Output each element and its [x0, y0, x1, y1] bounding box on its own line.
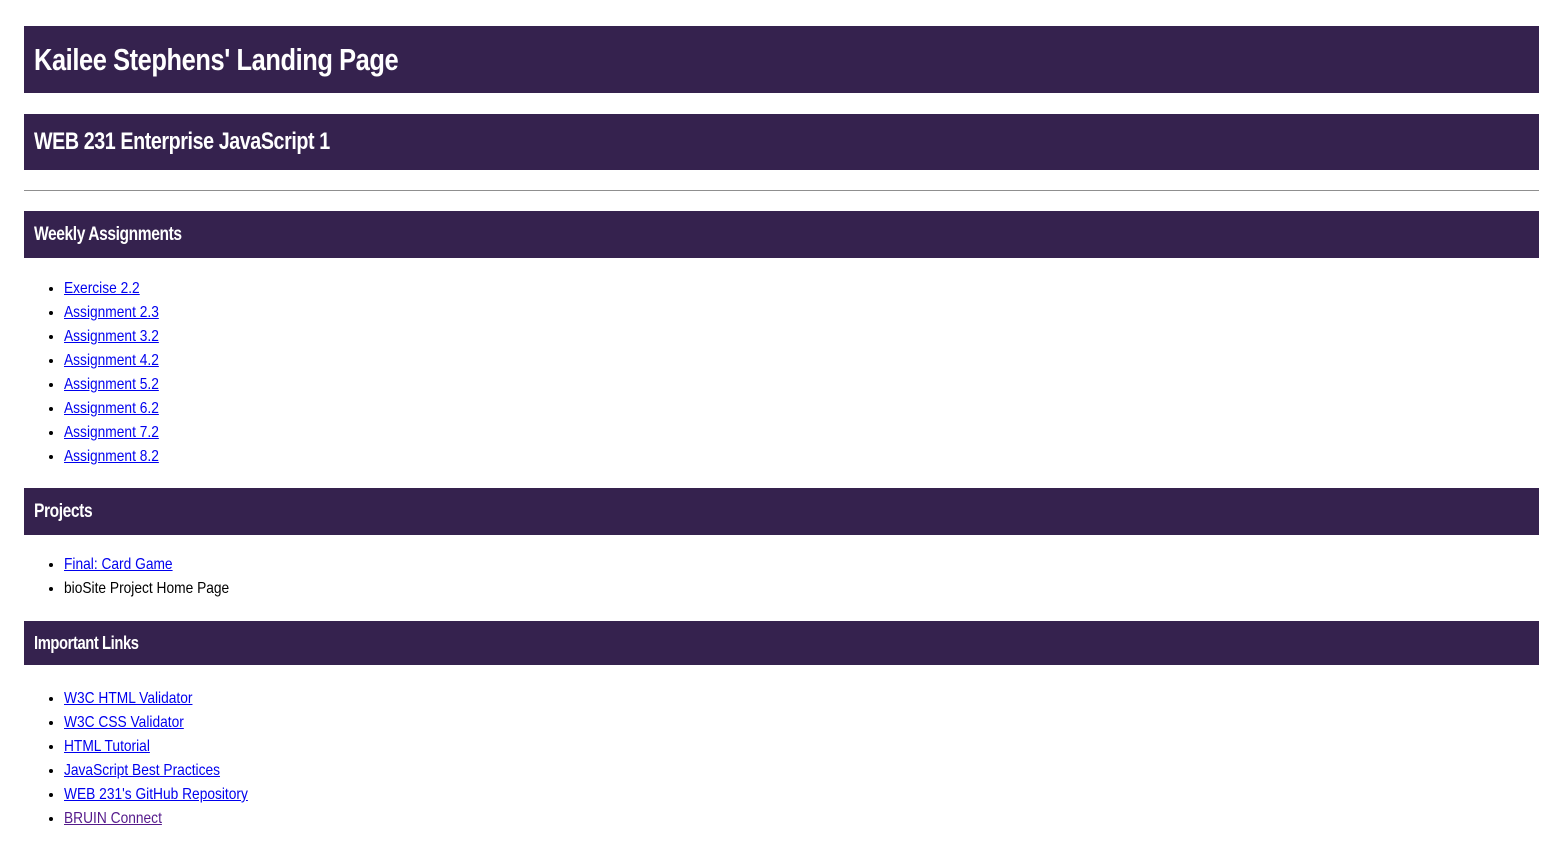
list-item: Assignment 4.2: [64, 349, 1539, 373]
list-item: Assignment 7.2: [64, 421, 1539, 445]
important-links-list: W3C HTML Validator W3C CSS Validator HTM…: [24, 687, 1539, 831]
horizontal-divider: [24, 190, 1539, 191]
exercise-2-2-link[interactable]: Exercise 2.2: [64, 277, 140, 301]
important-links-heading: Important Links: [34, 632, 139, 653]
html-tutorial-link[interactable]: HTML Tutorial: [64, 735, 150, 759]
course-title-banner: WEB 231 Enterprise JavaScript 1: [24, 114, 1539, 170]
landing-page: Kailee Stephens' Landing Page WEB 231 En…: [0, 0, 1555, 831]
assignment-7-2-link[interactable]: Assignment 7.2: [64, 421, 159, 445]
assignment-6-2-link[interactable]: Assignment 6.2: [64, 397, 159, 421]
weekly-assignments-heading: Weekly Assignments: [34, 223, 182, 245]
w3c-html-validator-link[interactable]: W3C HTML Validator: [64, 687, 192, 711]
list-item: Final: Card Game: [64, 553, 1539, 577]
list-item: HTML Tutorial: [64, 735, 1539, 759]
assignment-3-2-link[interactable]: Assignment 3.2: [64, 325, 159, 349]
weekly-assignments-header: Weekly Assignments: [24, 211, 1539, 258]
w3c-css-validator-link[interactable]: W3C CSS Validator: [64, 711, 184, 735]
list-item: BRUIN Connect: [64, 807, 1539, 831]
list-item: W3C CSS Validator: [64, 711, 1539, 735]
important-links-header: Important Links: [24, 621, 1539, 665]
assignment-4-2-link[interactable]: Assignment 4.2: [64, 349, 159, 373]
list-item: Assignment 5.2: [64, 373, 1539, 397]
list-item: Assignment 3.2: [64, 325, 1539, 349]
page-title-banner: Kailee Stephens' Landing Page: [24, 26, 1539, 93]
biosite-project-label: bioSite Project Home Page: [64, 580, 230, 597]
list-item: Assignment 6.2: [64, 397, 1539, 421]
course-title: WEB 231 Enterprise JavaScript 1: [34, 128, 330, 155]
projects-header: Projects: [24, 488, 1539, 535]
list-item: Assignment 8.2: [64, 445, 1539, 469]
javascript-best-practices-link[interactable]: JavaScript Best Practices: [64, 759, 220, 783]
weekly-assignments-list: Exercise 2.2 Assignment 2.3 Assignment 3…: [24, 277, 1539, 469]
bruin-connect-link[interactable]: BRUIN Connect: [64, 807, 162, 831]
github-repository-link[interactable]: WEB 231's GitHub Repository: [64, 783, 248, 807]
projects-heading: Projects: [34, 500, 93, 522]
list-item: W3C HTML Validator: [64, 687, 1539, 711]
list-item: bioSite Project Home Page: [64, 577, 1539, 601]
list-item: JavaScript Best Practices: [64, 759, 1539, 783]
list-item: Assignment 2.3: [64, 301, 1539, 325]
assignment-5-2-link[interactable]: Assignment 5.2: [64, 373, 159, 397]
list-item: Exercise 2.2: [64, 277, 1539, 301]
list-item: WEB 231's GitHub Repository: [64, 783, 1539, 807]
page-title: Kailee Stephens' Landing Page: [34, 41, 399, 77]
assignment-8-2-link[interactable]: Assignment 8.2: [64, 445, 159, 469]
final-card-game-link[interactable]: Final: Card Game: [64, 553, 173, 577]
assignment-2-3-link[interactable]: Assignment 2.3: [64, 301, 159, 325]
projects-list: Final: Card Game bioSite Project Home Pa…: [24, 553, 1539, 601]
